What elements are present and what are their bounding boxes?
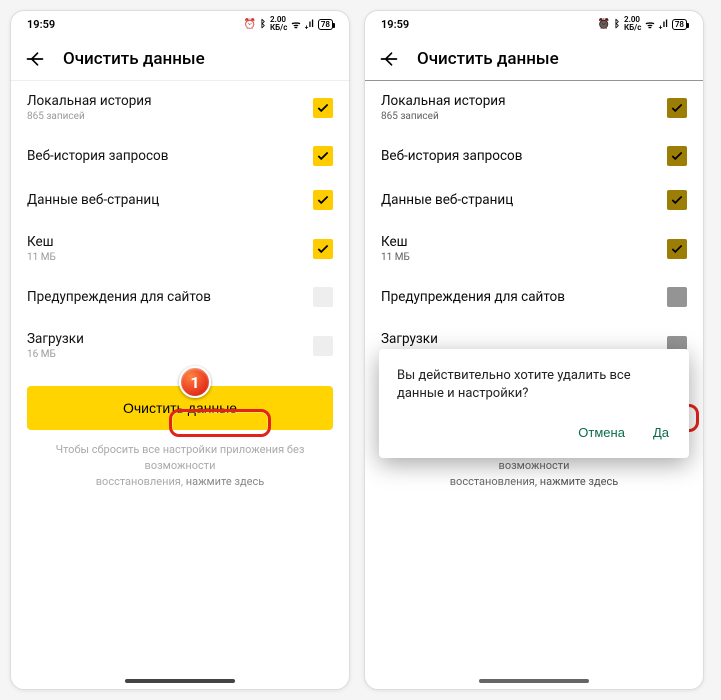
net-speed: 2.00КБ/с: [624, 16, 641, 32]
clear-data-list: Локальная история 865 записей Веб-истори…: [11, 81, 349, 372]
reset-link[interactable]: нажмите здесь: [540, 475, 618, 488]
checkbox-icon[interactable]: [667, 287, 687, 307]
alarm-icon: ⏰: [598, 19, 610, 30]
item-label: Данные веб-страниц: [27, 192, 159, 208]
page-header: Очистить данные: [11, 37, 349, 81]
item-label: Предупреждения для сайтов: [381, 289, 565, 305]
item-sublabel: 16 МБ: [27, 349, 84, 360]
list-item[interactable]: Локальная история 865 записей: [365, 81, 703, 134]
page-header: Очистить данные: [365, 37, 703, 81]
item-label: Веб-история запросов: [27, 148, 168, 164]
home-indicator[interactable]: [479, 679, 589, 683]
status-bar: 19:59 ⏰ ᛒ 2.00КБ/с ᯤ ₊ıl 78: [11, 11, 349, 37]
reset-link[interactable]: нажмите здесь: [186, 475, 264, 488]
list-item[interactable]: Локальная история 865 записей: [11, 81, 349, 134]
annotation-highlight: [169, 409, 271, 437]
status-icons: ⏰ ᛒ 2.00КБ/с ᯤ ₊ıl 78: [244, 16, 333, 32]
item-label: Данные веб-страниц: [381, 192, 513, 208]
checkbox-icon[interactable]: [667, 190, 687, 210]
item-label: Локальная история: [27, 93, 151, 109]
list-item[interactable]: Кеш 11 МБ: [365, 222, 703, 275]
item-label: Веб-история запросов: [381, 148, 522, 164]
item-label: Кеш: [27, 234, 56, 250]
confirm-dialog: Вы действительно хотите удалить все данн…: [379, 349, 689, 458]
phone-left: 19:59 ⏰ ᛒ 2.00КБ/с ᯤ ₊ıl 78 Очистить дан…: [10, 10, 350, 690]
yes-button[interactable]: Да: [651, 421, 671, 444]
net-speed: 2.00КБ/с: [270, 16, 287, 32]
list-item[interactable]: Данные веб-страниц: [11, 178, 349, 222]
item-sublabel: 865 записей: [27, 111, 151, 122]
clear-data-list: Локальная история 865 записей Веб-истори…: [365, 81, 703, 372]
list-item[interactable]: Предупреждения для сайтов: [11, 275, 349, 319]
checkbox-icon[interactable]: [313, 336, 333, 356]
checkbox-icon[interactable]: [667, 239, 687, 259]
checkbox-icon[interactable]: [313, 287, 333, 307]
wifi-icon: ᯤ: [645, 17, 654, 31]
battery-icon: 78: [318, 19, 333, 30]
cancel-button[interactable]: Отмена: [576, 421, 627, 444]
item-sublabel: 865 записей: [381, 111, 505, 122]
item-label: Загрузки: [381, 331, 438, 347]
checkbox-icon[interactable]: [313, 190, 333, 210]
page-title: Очистить данные: [417, 49, 559, 69]
alarm-icon: ⏰: [244, 19, 256, 30]
list-item[interactable]: Кеш 11 МБ: [11, 222, 349, 275]
list-item[interactable]: Веб-история запросов: [365, 134, 703, 178]
checkbox-icon[interactable]: [313, 98, 333, 118]
back-arrow-icon[interactable]: [25, 49, 45, 69]
status-bar: 19:59 ⏰ ᛒ 2.00КБ/с ᯤ ₊ıl 78: [365, 11, 703, 37]
item-label: Предупреждения для сайтов: [27, 289, 211, 305]
item-sublabel: 11 МБ: [27, 252, 56, 263]
item-label: Загрузки: [27, 331, 84, 347]
item-sublabel: 11 МБ: [381, 252, 410, 263]
dialog-text: Вы действительно хотите удалить все данн…: [397, 367, 671, 403]
page-title: Очистить данные: [63, 49, 205, 69]
list-item[interactable]: Предупреждения для сайтов: [365, 275, 703, 319]
item-label: Локальная история: [381, 93, 505, 109]
checkbox-icon[interactable]: [667, 146, 687, 166]
bluetooth-icon: ᛒ: [260, 19, 266, 30]
item-label: Кеш: [381, 234, 410, 250]
status-icons: ⏰ ᛒ 2.00КБ/с ᯤ ₊ıl 78: [598, 16, 687, 32]
bluetooth-icon: ᛒ: [614, 19, 620, 30]
back-arrow-icon[interactable]: [379, 49, 399, 69]
dialog-actions: Отмена Да: [397, 421, 671, 450]
signal-icon: ₊ıl: [305, 19, 314, 30]
list-item[interactable]: Загрузки 16 МБ: [11, 319, 349, 372]
battery-icon: 78: [672, 19, 687, 30]
checkbox-icon[interactable]: [313, 239, 333, 259]
signal-icon: ₊ıl: [659, 19, 668, 30]
checkbox-icon[interactable]: [667, 98, 687, 118]
status-time: 19:59: [27, 18, 55, 31]
annotation-badge: 1: [179, 366, 211, 398]
wifi-icon: ᯤ: [291, 17, 300, 31]
list-item[interactable]: Данные веб-страниц: [365, 178, 703, 222]
reset-hint: Чтобы сбросить все настройки приложения …: [11, 440, 349, 492]
phone-right: 19:59 ⏰ ᛒ 2.00КБ/с ᯤ ₊ıl 78 Очистить дан…: [364, 10, 704, 690]
checkbox-icon[interactable]: [313, 146, 333, 166]
status-time: 19:59: [381, 18, 409, 31]
list-item[interactable]: Веб-история запросов: [11, 134, 349, 178]
home-indicator[interactable]: [125, 679, 235, 683]
